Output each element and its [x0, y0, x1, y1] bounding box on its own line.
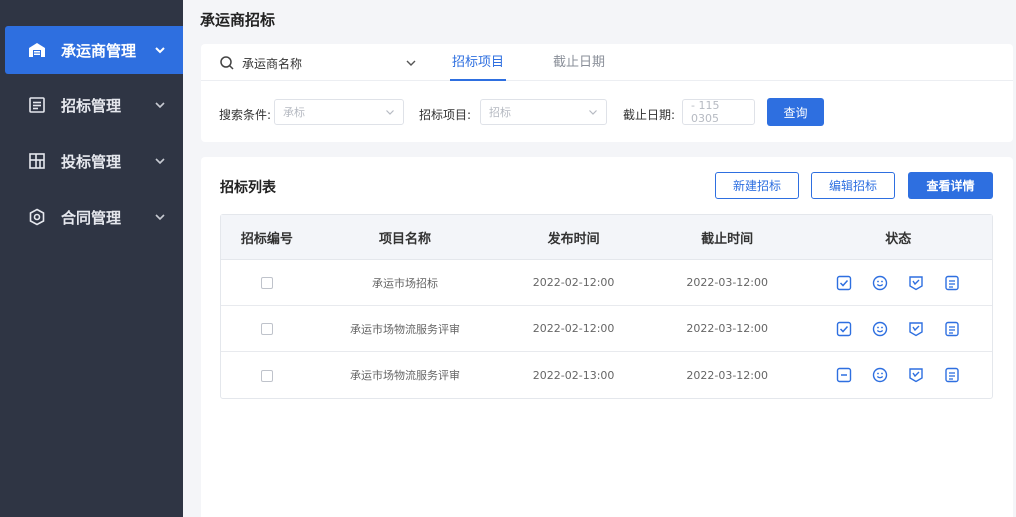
chevron-down-icon: [588, 107, 598, 117]
column-header: 状态: [885, 231, 912, 247]
sidebar-item-bid-management[interactable]: 招标管理: [5, 81, 183, 129]
tab-deadline[interactable]: 截止日期: [553, 44, 605, 81]
sidebar-item-label: 合同管理: [61, 208, 122, 227]
search-condition-value: 承标: [283, 106, 305, 119]
view-details-button[interactable]: 查看详情: [908, 172, 993, 199]
row-checkbox[interactable]: [260, 277, 273, 289]
project-name-cell: 承运市场招标: [372, 276, 439, 290]
column-header: 招标编号: [240, 231, 293, 247]
chevron-down-icon: [153, 43, 167, 57]
chevron-down-icon: [153, 98, 167, 112]
table-row[interactable]: 承运市场招标 2022-02-12:00 2022-03-12:00: [221, 260, 992, 306]
chevron-down-icon: [153, 154, 167, 168]
sidebar-item-label: 招标管理: [61, 96, 122, 115]
table-row[interactable]: 承运市场物流服务评审 2022-02-13:00 2022-03-12:00: [221, 352, 992, 398]
deadline-cell: 2022-03-12:00: [686, 322, 768, 335]
badge-icon[interactable]: [908, 321, 924, 337]
search-condition-select[interactable]: 承标: [274, 99, 404, 125]
column-header: 项目名称: [379, 231, 432, 247]
list-doc-icon[interactable]: [944, 367, 960, 383]
project-name-cell: 承运市场物流服务评审: [350, 369, 461, 382]
deadline-input[interactable]: - 115 0305: [682, 99, 755, 125]
sidebar-item-label: 承运商管理: [61, 41, 137, 60]
chevron-down-icon: [153, 210, 167, 224]
deadline-cell: 2022-03-12:00: [686, 276, 768, 289]
warehouse-icon: [28, 41, 46, 59]
bid-table: 招标编号 项目名称 发布时间 截止时间 状态 承运市场招标 2022-02-12…: [220, 214, 993, 399]
edit-bid-button[interactable]: 编辑招标: [811, 172, 895, 199]
column-header: 截止时间: [701, 231, 754, 247]
deadline-label: 截止日期:: [623, 108, 676, 122]
project-name-cell: 承运市场物流服务评审: [350, 322, 461, 336]
hexagon-icon: [28, 208, 46, 226]
row-checkbox[interactable]: [260, 323, 273, 335]
list-doc-icon[interactable]: [944, 275, 960, 291]
column-header: 发布时间: [547, 231, 600, 247]
bid-project-select[interactable]: 招标: [480, 99, 607, 125]
sidebar: 承运商管理 招标管理 投标管理 合同管理: [0, 0, 183, 517]
publish-time-cell: 2022-02-12:00: [532, 276, 615, 289]
row-select-cell: [221, 322, 313, 335]
search-tabs-bar: 承运商名称 招标项目 截止日期: [201, 44, 1013, 81]
chevron-down-icon: [405, 57, 417, 69]
bid-project-value: 招标: [489, 106, 511, 119]
check-doc-icon[interactable]: [836, 275, 852, 291]
search-value: 承运商名称: [242, 56, 303, 71]
new-bid-button[interactable]: 新建招标: [715, 172, 799, 199]
search-icon: [219, 55, 235, 71]
list-title: 招标列表: [220, 180, 276, 196]
query-button[interactable]: 查询: [767, 98, 824, 126]
tab-bid-project[interactable]: 招标项目: [449, 44, 507, 81]
check-doc-icon[interactable]: [836, 321, 852, 337]
smile-icon[interactable]: [872, 275, 888, 291]
search-select[interactable]: 承运商名称: [219, 53, 417, 73]
publish-time-cell: 2022-02-13:00: [532, 368, 615, 382]
status-icons: [804, 321, 992, 337]
table-header: 招标编号 项目名称 发布时间 截止时间 状态: [221, 215, 992, 260]
chevron-down-icon: [385, 107, 395, 117]
row-checkbox[interactable]: [260, 369, 273, 382]
sidebar-item-contract-management[interactable]: 合同管理: [5, 193, 183, 241]
row-select-cell: [221, 276, 313, 289]
publish-time-cell: 2022-02-12:00: [532, 322, 615, 335]
sidebar-item-carrier-management[interactable]: 承运商管理: [5, 26, 183, 74]
grid-icon: [28, 152, 46, 170]
sidebar-item-label: 投标管理: [61, 152, 122, 171]
deadline-cell: 2022-03-12:00: [686, 368, 768, 382]
badge-icon[interactable]: [908, 275, 924, 291]
smile-icon[interactable]: [872, 321, 888, 337]
badge-icon[interactable]: [908, 367, 924, 383]
bid-list-panel: 招标列表 新建招标 编辑招标 查看详情 招标编号 项目名称 发布时间 截止时间 …: [201, 157, 1013, 517]
document-icon: [28, 96, 46, 114]
table-row[interactable]: 承运市场物流服务评审 2022-02-12:00 2022-03-12:00: [221, 306, 992, 352]
smile-icon[interactable]: [872, 367, 888, 383]
status-icons: [804, 367, 992, 383]
row-select-cell: [221, 369, 313, 382]
filter-panel: 承运商名称 招标项目 截止日期 搜索条件: 承标 招标项目: 招标 截止日期: …: [201, 44, 1013, 142]
sidebar-item-tender-management[interactable]: 投标管理: [5, 137, 183, 185]
page-title: 承运商招标: [200, 11, 276, 29]
search-condition-label: 搜索条件:: [219, 108, 272, 122]
minus-doc-icon[interactable]: [836, 367, 852, 383]
bid-project-label: 招标项目:: [419, 108, 472, 122]
deadline-value: - 115 0305: [691, 99, 720, 125]
list-doc-icon[interactable]: [944, 321, 960, 337]
status-icons: [804, 275, 992, 291]
